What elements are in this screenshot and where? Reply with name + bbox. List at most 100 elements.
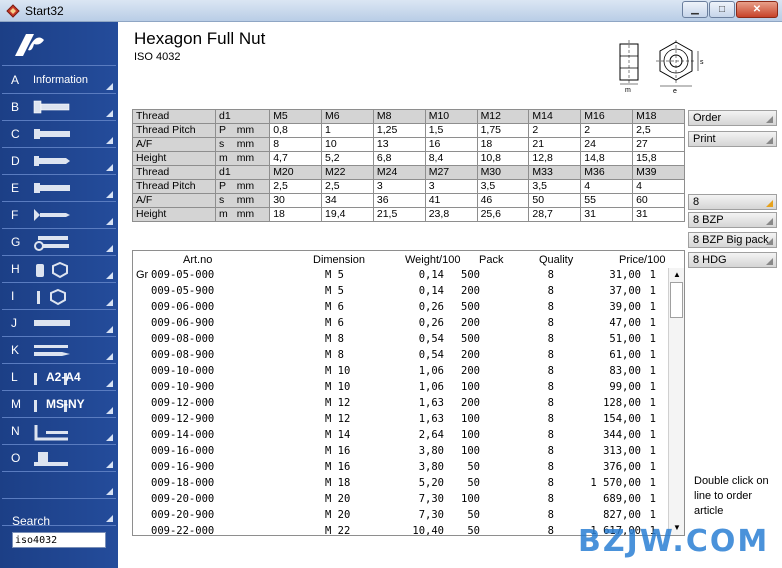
cell-dimension: M 14 xyxy=(325,429,351,441)
corner-icon xyxy=(106,245,113,252)
corner-icon xyxy=(106,380,113,387)
cell-dimension: M 12 xyxy=(325,397,351,409)
table-row[interactable]: 009-06-000 M 6 0,26 500 8 39,00 1 xyxy=(133,300,669,316)
sidebar-item-m[interactable]: M MS-NY xyxy=(2,391,116,418)
cell-quality: 8 xyxy=(547,445,554,457)
spec-unit: mm xyxy=(233,151,271,166)
table-row[interactable]: 009-16-000 M 16 3,80 100 8 313,00 1 xyxy=(133,444,669,460)
cell-artno: 009-22-000 xyxy=(151,525,215,536)
spec-symbol: d1 xyxy=(214,109,234,124)
cell-price: 61,00 xyxy=(609,349,641,361)
spec-value: 18 xyxy=(269,207,323,222)
sidebar-item-g[interactable]: G xyxy=(2,229,116,256)
spec-value: 23,8 xyxy=(424,207,478,222)
scroll-thumb[interactable] xyxy=(670,282,683,318)
table-row[interactable]: 009-16-900 M 16 3,80 50 8 376,00 1 xyxy=(133,460,669,476)
spec-value: 25,6 xyxy=(476,207,530,222)
col-artno[interactable]: Art.no xyxy=(183,254,212,266)
sidebar-item-a[interactable]: A Information xyxy=(2,67,116,94)
spec-value: M8 xyxy=(372,109,426,124)
spec-value: 2,5 xyxy=(321,179,374,194)
cell-dimension: M 8 xyxy=(325,349,344,361)
cell-price-unit: 1 xyxy=(649,477,656,489)
spec-row: Height m mm 18 19,4 21,5 23,8 25,6 28,7 31 31 xyxy=(132,207,685,222)
sidebar-item-f[interactable]: F xyxy=(2,202,116,229)
logo[interactable] xyxy=(2,24,116,66)
sidebar-item-empty-15[interactable] xyxy=(2,472,116,499)
quality-button[interactable]: 8 BZP xyxy=(688,212,777,228)
spec-label: Thread xyxy=(132,109,216,124)
sidebar-item-d[interactable]: D xyxy=(2,148,116,175)
table-row[interactable]: 009-20-000 M 20 7,30 100 8 689,00 1 xyxy=(133,492,669,508)
sidebar-item-n[interactable]: N xyxy=(2,418,116,445)
article-list[interactable]: Art.no Dimension Weight/100 Pack Quality… xyxy=(132,250,685,536)
sidebar-item-c[interactable]: C xyxy=(2,121,116,148)
spec-value: 3,5 xyxy=(476,179,530,194)
spec-unit: mm xyxy=(233,137,271,152)
sidebar-item-e[interactable]: E xyxy=(2,175,116,202)
cell-price-unit: 1 xyxy=(649,333,656,345)
order-button[interactable]: Order xyxy=(688,110,777,126)
cell-artno: 009-20-000 xyxy=(151,493,215,505)
table-row[interactable]: 009-10-900 M 10 1,06 100 8 99,00 1 xyxy=(133,380,669,396)
close-button[interactable]: ✕ xyxy=(736,1,778,18)
cell-pack: 100 xyxy=(461,429,480,441)
corner-icon xyxy=(106,218,113,225)
quality-button[interactable]: 8 xyxy=(688,194,777,210)
sidebar-item-l[interactable]: L A2-A4 xyxy=(2,364,116,391)
search-input[interactable] xyxy=(12,532,106,548)
table-row[interactable]: 009-20-900 M 20 7,30 50 8 827,00 1 xyxy=(133,508,669,524)
sidebar-item-b[interactable]: B xyxy=(2,94,116,121)
quality-button[interactable]: 8 HDG xyxy=(688,252,777,268)
cell-pack: 100 xyxy=(461,493,480,505)
category-icon xyxy=(32,234,72,255)
sidebar-item-k[interactable]: K xyxy=(2,337,116,364)
table-row[interactable]: 009-05-900 M 5 0,14 200 8 37,00 1 xyxy=(133,284,669,300)
cell-weight: 1,06 xyxy=(418,381,444,393)
col-pack[interactable]: Pack xyxy=(479,254,503,266)
print-button[interactable]: Print xyxy=(688,131,777,147)
minimize-icon: ▁ xyxy=(691,4,699,15)
title-bar: Start32 ▁ □ ✕ xyxy=(0,0,782,22)
spec-label: Thread Pitch xyxy=(132,179,216,194)
spec-value: 46 xyxy=(476,193,530,208)
quality-button[interactable]: 8 BZP Big pack xyxy=(688,232,777,248)
sidebar-item-i[interactable]: I xyxy=(2,283,116,310)
spec-unit: mm xyxy=(233,179,271,194)
sidebar-item-j[interactable]: J xyxy=(2,310,116,337)
article-scrollbar[interactable]: ▲ ▼ xyxy=(668,268,684,535)
sidebar-item-o[interactable]: O xyxy=(2,445,116,472)
sidebar-item-h[interactable]: H xyxy=(2,256,116,283)
table-row[interactable]: 009-14-000 M 14 2,64 100 8 344,00 1 xyxy=(133,428,669,444)
minimize-button[interactable]: ▁ xyxy=(682,1,708,18)
cell-quality: 8 xyxy=(547,461,554,473)
category-icon xyxy=(32,261,72,282)
maximize-button[interactable]: □ xyxy=(709,1,735,18)
table-row[interactable]: 009-12-000 M 12 1,63 200 8 128,00 1 xyxy=(133,396,669,412)
table-row[interactable]: 009-10-000 M 10 1,06 200 8 83,00 1 xyxy=(133,364,669,380)
spec-value: 4 xyxy=(580,179,634,194)
table-row[interactable]: 009-06-900 M 6 0,26 200 8 47,00 1 xyxy=(133,316,669,332)
table-row[interactable]: 009-05-000 M 5 0,14 500 8 31,00 1 xyxy=(133,268,669,284)
col-price[interactable]: Price/100 xyxy=(619,254,665,266)
nut-drawing: m s e xyxy=(619,40,704,94)
cell-dimension: M 6 xyxy=(325,317,344,329)
col-dimension[interactable]: Dimension xyxy=(313,254,365,266)
cell-pack: 200 xyxy=(461,349,480,361)
cell-weight: 1,63 xyxy=(418,397,444,409)
order-hint: Double click on line to order article xyxy=(694,475,769,517)
spec-value: 2,5 xyxy=(632,123,685,138)
table-row[interactable]: 009-18-000 M 18 5,20 50 8 1 570,00 1 xyxy=(133,476,669,492)
cell-weight: 0,26 xyxy=(418,301,444,313)
col-quality[interactable]: Quality xyxy=(539,254,573,266)
cell-price-unit: 1 xyxy=(649,413,656,425)
spec-value: M10 xyxy=(424,109,478,124)
scroll-up-icon[interactable]: ▲ xyxy=(671,269,683,281)
table-row[interactable]: 009-08-000 M 8 0,54 500 8 51,00 1 xyxy=(133,332,669,348)
table-row[interactable]: 009-12-900 M 12 1,63 100 8 154,00 1 xyxy=(133,412,669,428)
col-weight[interactable]: Weight/100 xyxy=(405,254,460,266)
category-icon xyxy=(32,315,72,334)
sidebar-item-letter: M xyxy=(11,397,21,411)
table-row[interactable]: 009-08-900 M 8 0,54 200 8 61,00 1 xyxy=(133,348,669,364)
cell-price: 689,00 xyxy=(603,493,641,505)
